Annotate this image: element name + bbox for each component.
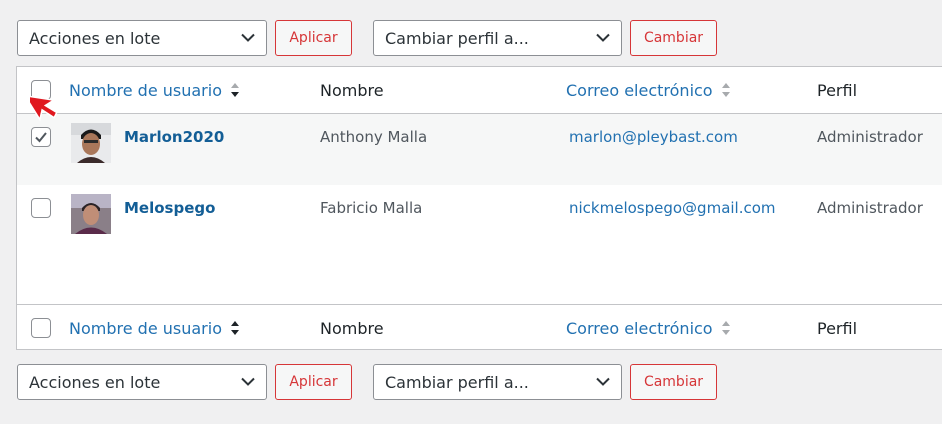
row-checkbox[interactable] bbox=[31, 127, 51, 147]
checkmark-icon bbox=[35, 132, 47, 143]
apply-button-top[interactable]: Aplicar bbox=[275, 20, 352, 56]
column-role: Perfil bbox=[817, 80, 858, 100]
column-name-footer: Nombre bbox=[320, 318, 384, 338]
user-fullname: Fabricio Malla bbox=[320, 199, 423, 217]
table-footer: Nombre de usuario Nombre Correo electrón… bbox=[17, 304, 942, 351]
bulk-actions-value: Acciones en lote bbox=[29, 28, 161, 48]
bulk-actions-select-bottom[interactable]: Acciones en lote bbox=[17, 364, 267, 400]
users-table: Nombre de usuario Nombre Correo electrón… bbox=[16, 66, 942, 350]
bottom-bulk-toolbar: Acciones en lote Aplicar Cambiar perfil … bbox=[17, 364, 717, 400]
column-role-footer: Perfil bbox=[817, 318, 858, 338]
row-checkbox[interactable] bbox=[31, 198, 51, 218]
user-fullname: Anthony Malla bbox=[320, 128, 428, 146]
column-email-footer[interactable]: Correo electrónico bbox=[566, 305, 731, 351]
sort-icon bbox=[230, 321, 239, 335]
change-button-bottom[interactable]: Cambiar bbox=[630, 364, 717, 400]
top-bulk-toolbar: Acciones en lote Aplicar Cambiar perfil … bbox=[17, 20, 717, 56]
user-role: Administrador bbox=[817, 199, 923, 217]
user-role: Administrador bbox=[817, 128, 923, 146]
bulk-actions-value: Acciones en lote bbox=[29, 372, 161, 392]
column-username[interactable]: Nombre de usuario bbox=[69, 67, 240, 113]
column-username-label: Nombre de usuario bbox=[69, 80, 222, 100]
sort-icon bbox=[721, 83, 730, 97]
chevron-down-icon bbox=[241, 33, 255, 42]
sort-icon bbox=[721, 321, 730, 335]
table-row: Marlon2020 Anthony Malla marlon@pleybast… bbox=[17, 114, 942, 185]
pointer-arrow-icon bbox=[30, 94, 58, 122]
table-header: Nombre de usuario Nombre Correo electrón… bbox=[17, 67, 942, 114]
column-username-label: Nombre de usuario bbox=[69, 318, 222, 338]
user-email-link[interactable]: marlon@pleybast.com bbox=[569, 128, 738, 146]
change-role-select-bottom[interactable]: Cambiar perfil a... bbox=[373, 364, 622, 400]
table-row: Melospego Fabricio Malla nickmelospego@g… bbox=[17, 185, 942, 256]
column-email-label: Correo electrónico bbox=[566, 80, 713, 100]
change-role-value: Cambiar perfil a... bbox=[385, 372, 529, 392]
change-role-value: Cambiar perfil a... bbox=[385, 28, 529, 48]
change-button-top[interactable]: Cambiar bbox=[630, 20, 717, 56]
column-email-label: Correo electrónico bbox=[566, 318, 713, 338]
apply-button-bottom[interactable]: Aplicar bbox=[275, 364, 352, 400]
username-link[interactable]: Melospego bbox=[124, 199, 215, 217]
bulk-actions-select-top[interactable]: Acciones en lote bbox=[17, 20, 267, 56]
column-name: Nombre bbox=[320, 80, 384, 100]
avatar bbox=[71, 194, 111, 234]
chevron-down-icon bbox=[596, 33, 610, 42]
sort-desc-icon bbox=[230, 83, 239, 97]
select-all-checkbox-footer[interactable] bbox=[31, 318, 51, 338]
user-email-link[interactable]: nickmelospego@gmail.com bbox=[569, 199, 776, 217]
chevron-down-icon bbox=[241, 377, 255, 386]
username-link[interactable]: Marlon2020 bbox=[124, 128, 224, 146]
column-username-footer[interactable]: Nombre de usuario bbox=[69, 305, 240, 351]
column-email[interactable]: Correo electrónico bbox=[566, 67, 731, 113]
avatar bbox=[71, 123, 111, 163]
change-role-select-top[interactable]: Cambiar perfil a... bbox=[373, 20, 622, 56]
chevron-down-icon bbox=[596, 377, 610, 386]
